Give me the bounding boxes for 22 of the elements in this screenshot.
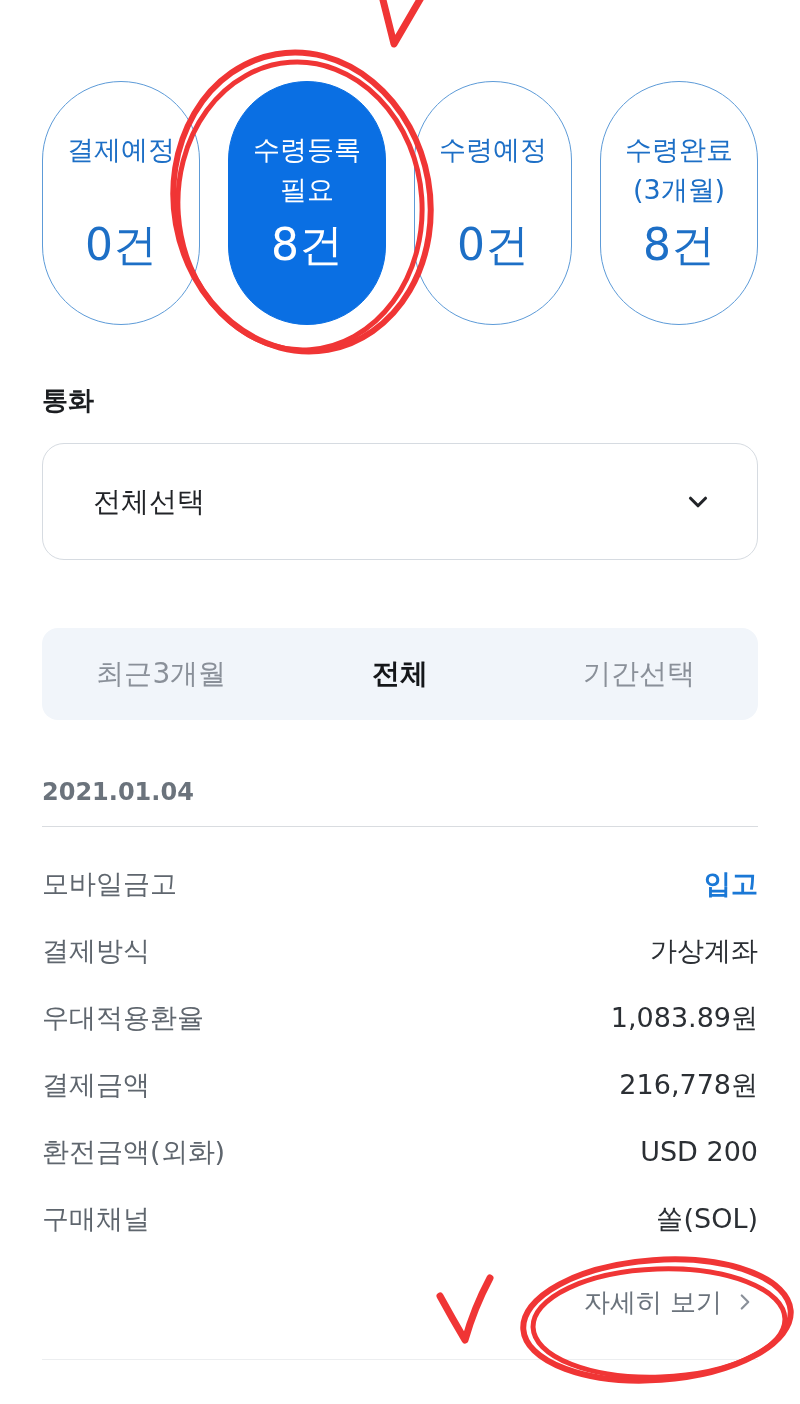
status-filter-tab[interactable]: 결제예정 0건 [42,81,200,325]
detail-label: 모바일금고 [42,867,177,902]
detail-label: 결제방식 [42,934,150,969]
detail-value: USD 200 [640,1135,758,1170]
period-tab[interactable]: 최근3개월 [42,628,281,720]
status-filter-tab[interactable]: 수령예정 0건 [414,81,572,325]
currency-label: 통화 [42,385,95,415]
detail-value: 1,083.89원 [610,1001,758,1036]
currency-dropdown[interactable]: 전체선택 [42,443,758,560]
detail-label: 우대적용환율 [42,1001,204,1036]
detail-value: 입고 [704,867,758,902]
period-tab[interactable]: 기간선택 [519,628,758,720]
status-filter-tab[interactable]: 수령등록 필요 8건 [228,81,386,325]
detail-label: 구매채널 [42,1202,150,1237]
status-filter-tab[interactable]: 수령완료 (3개월) 8건 [600,81,758,325]
period-tab[interactable]: 전체 [280,628,520,720]
transaction-date: 2021.01.04 [42,778,195,806]
detail-label: 환전금액(외화) [42,1135,226,1170]
detail-value: 216,778원 [619,1068,758,1103]
detail-value: 쏠(SOL) [656,1202,758,1237]
detail-label: 결제금액 [42,1068,150,1103]
detail-value: 가상계좌 [650,934,758,969]
